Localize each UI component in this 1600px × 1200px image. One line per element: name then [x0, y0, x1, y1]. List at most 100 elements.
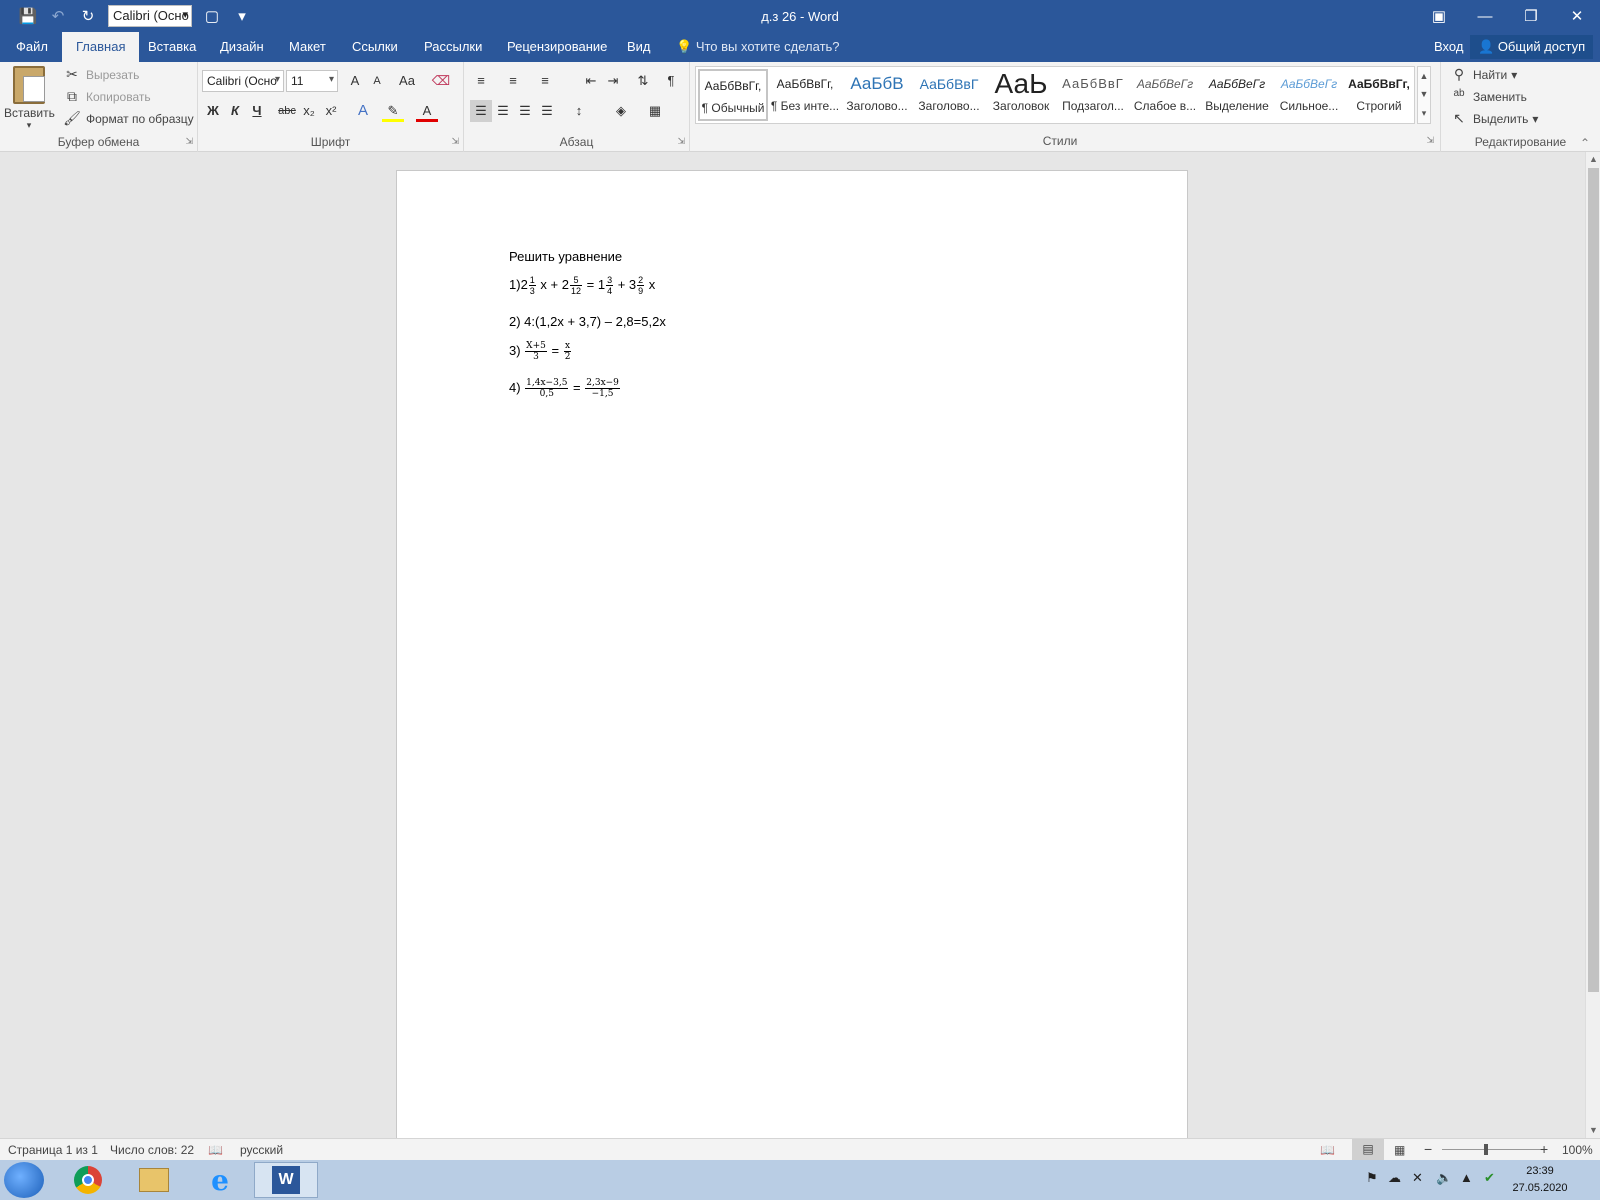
zoom-slider[interactable]	[1442, 1149, 1542, 1150]
ribbon-display-icon[interactable]: ▣	[1416, 0, 1462, 32]
style-subtitle[interactable]: АаБбВвГ Подзагол...	[1058, 69, 1128, 121]
style-no-spacing[interactable]: АаБбВвГг, ¶ Без инте...	[770, 69, 840, 121]
language[interactable]: русский	[240, 1143, 283, 1157]
strikethrough-button[interactable]: abc	[276, 100, 298, 122]
grow-font-button[interactable]: A	[344, 70, 366, 92]
zoom-level[interactable]: 100%	[1562, 1143, 1593, 1157]
collapse-ribbon-icon[interactable]: ⌃	[1580, 136, 1590, 150]
network-tray-icon[interactable]: ☁	[1388, 1170, 1401, 1186]
document-page[interactable]: Решить уравнение 1)2 1 3 x + 2 5 12 = 134 + …	[396, 170, 1188, 1138]
change-case-button[interactable]: Aa	[392, 70, 422, 92]
start-button[interactable]	[4, 1162, 44, 1198]
format-painter-button[interactable]: 🖌 Формат по образцу	[62, 110, 194, 128]
increase-indent-icon[interactable]: ⇥	[602, 70, 624, 92]
find-button[interactable]: ⚲ Найти ▾	[1449, 66, 1517, 84]
shading-icon[interactable]: ◈	[610, 100, 632, 122]
flag-icon[interactable]: ⚑	[1366, 1170, 1378, 1186]
numbering-icon[interactable]: ≡	[502, 70, 524, 92]
style-title[interactable]: АаЬ Заголовок	[986, 69, 1056, 121]
borders-icon[interactable]: ▦	[644, 100, 666, 122]
security-icon[interactable]: ✔	[1484, 1170, 1495, 1186]
text-effects-icon[interactable]: A	[352, 100, 374, 122]
tab-mailings[interactable]: Рассылки	[422, 32, 484, 62]
highlight-icon[interactable]: ✎	[382, 100, 404, 122]
zoom-thumb[interactable]	[1484, 1144, 1488, 1155]
justify-icon[interactable]: ☰	[536, 100, 558, 122]
zoom-out-icon[interactable]: −	[1424, 1141, 1432, 1157]
styles-scroller[interactable]: ▲ ▼ ▾	[1417, 66, 1431, 124]
replace-button[interactable]: ab Заменить	[1449, 88, 1527, 106]
restore-button[interactable]: ❐	[1508, 0, 1554, 32]
clock[interactable]: 23:39 27.05.2020	[1508, 1163, 1572, 1197]
word-count[interactable]: Число слов: 22	[110, 1143, 194, 1157]
tab-review[interactable]: Рецензирование	[505, 32, 609, 62]
vertical-scrollbar[interactable]: ▲ ▼	[1585, 152, 1600, 1138]
multilevel-list-icon[interactable]: ≡	[534, 70, 556, 92]
minimize-button[interactable]: —	[1462, 0, 1508, 32]
dialog-launcher-icon[interactable]: ⇲	[677, 136, 685, 147]
read-mode-icon[interactable]: 📖	[1320, 1143, 1335, 1157]
decrease-indent-icon[interactable]: ⇤	[580, 70, 602, 92]
font-color-icon[interactable]: A	[416, 100, 438, 122]
volume-icon[interactable]: 🔈	[1436, 1170, 1452, 1186]
paste-button[interactable]: Вставить ▾	[4, 66, 55, 130]
word-taskbar-icon[interactable]: W	[254, 1162, 318, 1198]
underline-button[interactable]: Ч	[246, 100, 268, 122]
scroll-up-icon[interactable]: ▲	[1586, 152, 1600, 167]
more-icon[interactable]: ▾	[1422, 108, 1427, 119]
font-name-select[interactable]: Calibri (Осно	[202, 70, 284, 92]
tab-design[interactable]: Дизайн	[218, 32, 266, 62]
explorer-taskbar-icon[interactable]	[122, 1162, 186, 1198]
style-emphasis[interactable]: АаБбВеГг Выделение	[1202, 69, 1272, 121]
style-subtle-emphasis[interactable]: АаБбВеГг Слабое в...	[1130, 69, 1200, 121]
page-count[interactable]: Страница 1 из 1	[8, 1143, 98, 1157]
style-heading1[interactable]: АаБбВ Заголово...	[842, 69, 912, 121]
subscript-button[interactable]: x₂	[298, 100, 320, 122]
align-left-icon[interactable]: ☰	[470, 100, 492, 122]
style-strong[interactable]: АаБбВвГг, Строгий	[1346, 69, 1412, 121]
clear-format-icon[interactable]: ⌫	[430, 70, 452, 92]
align-right-icon[interactable]: ☰	[514, 100, 536, 122]
style-normal[interactable]: АаБбВвГг, ¶ Обычный	[698, 69, 768, 121]
cut-button[interactable]: ✂ Вырезать	[62, 66, 139, 84]
tell-me-box[interactable]: 💡 Что вы хотите сделать?	[676, 32, 840, 62]
tab-home[interactable]: Главная	[62, 32, 140, 62]
italic-button[interactable]: К	[224, 100, 246, 122]
share-button[interactable]: 👤 Общий доступ	[1470, 35, 1594, 59]
line-spacing-icon[interactable]: ↕	[568, 100, 590, 122]
shrink-font-button[interactable]: A	[366, 70, 388, 92]
scroll-down-icon[interactable]: ▼	[1586, 1123, 1600, 1138]
close-button[interactable]: ✕	[1554, 0, 1600, 32]
tab-references[interactable]: Ссылки	[350, 32, 400, 62]
superscript-button[interactable]: x²	[320, 100, 342, 122]
sort-icon[interactable]: ⇅	[632, 70, 654, 92]
pilcrow-icon[interactable]: ¶	[660, 70, 682, 92]
chrome-taskbar-icon[interactable]	[56, 1162, 120, 1198]
web-layout-icon[interactable]: ▦	[1394, 1143, 1405, 1157]
chevron-down-icon[interactable]: ▼	[1420, 89, 1429, 99]
tab-view[interactable]: Вид	[625, 32, 653, 62]
chevron-up-icon[interactable]: ▲	[1420, 71, 1429, 81]
sign-in-link[interactable]: Вход	[1434, 32, 1463, 62]
tab-insert[interactable]: Вставка	[146, 32, 198, 62]
ie-taskbar-icon[interactable]: e	[188, 1162, 252, 1198]
zoom-in-icon[interactable]: +	[1540, 1141, 1548, 1157]
tab-file[interactable]: Файл	[14, 32, 50, 62]
proofing-icon[interactable]: 📖	[208, 1143, 223, 1157]
dialog-launcher-icon[interactable]: ⇲	[451, 136, 459, 147]
align-center-icon[interactable]: ☰	[492, 100, 514, 122]
signal-icon[interactable]: ▲	[1460, 1170, 1473, 1185]
style-intense-emphasis[interactable]: АаБбВеГг Сильное...	[1274, 69, 1344, 121]
dialog-launcher-icon[interactable]: ⇲	[1426, 135, 1434, 146]
dialog-launcher-icon[interactable]: ⇲	[185, 136, 193, 147]
print-layout-icon[interactable]: ▤	[1352, 1139, 1384, 1160]
tab-layout[interactable]: Макет	[287, 32, 328, 62]
bullets-icon[interactable]: ≡	[470, 70, 492, 92]
scroll-thumb[interactable]	[1588, 168, 1599, 992]
mic-icon[interactable]: ✕	[1412, 1170, 1423, 1186]
font-size-select[interactable]: 11	[286, 70, 338, 92]
copy-button[interactable]: ⧉ Копировать	[62, 88, 151, 106]
style-heading2[interactable]: АаБбВвГ Заголово...	[914, 69, 984, 121]
bold-button[interactable]: Ж	[202, 100, 224, 122]
select-button[interactable]: ↖ Выделить ▾	[1449, 110, 1538, 128]
